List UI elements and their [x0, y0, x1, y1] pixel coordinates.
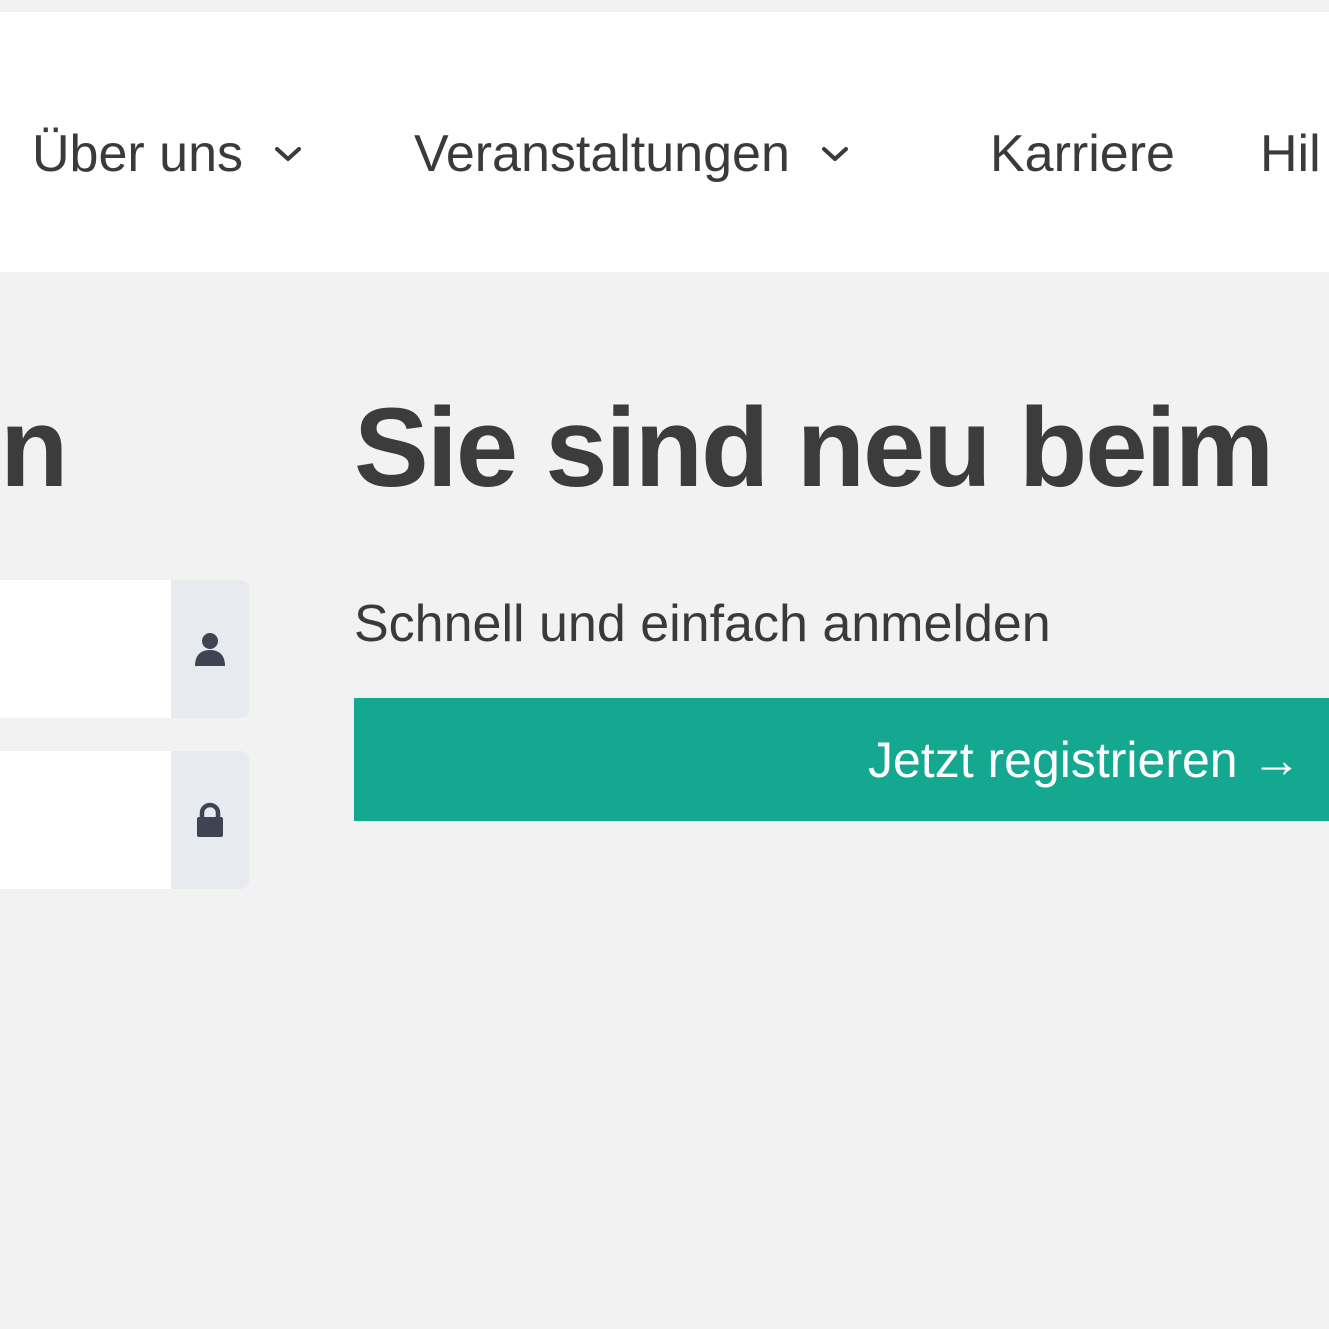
- nav-item-label: Über uns: [32, 125, 243, 183]
- nav-item-veranstaltungen[interactable]: Veranstaltungen: [414, 122, 850, 186]
- chevron-down-icon: [820, 144, 850, 164]
- register-heading: Sie sind neu beim: [354, 385, 1274, 510]
- user-icon: [171, 580, 249, 718]
- username-field-group: [0, 580, 249, 718]
- nav-item-label: Karriere: [990, 125, 1175, 183]
- register-subtext: Schnell und einfach anmelden: [354, 595, 1051, 653]
- username-input[interactable]: [0, 580, 171, 718]
- nav-item-label: Hil: [1260, 125, 1321, 183]
- chevron-down-icon: [273, 144, 303, 164]
- password-field-group: [0, 751, 249, 889]
- lock-icon: [171, 751, 249, 889]
- nav-item-label: Veranstaltungen: [414, 125, 790, 183]
- nav-item-hilfe[interactable]: Hil: [1260, 122, 1321, 186]
- register-button-label: Jetzt registrieren →: [868, 732, 1302, 788]
- top-navigation: Über uns Veranstaltungen Karriere Hil: [0, 12, 1329, 272]
- login-heading: n: [0, 385, 68, 510]
- nav-item-karriere[interactable]: Karriere: [990, 122, 1175, 186]
- register-button[interactable]: Jetzt registrieren →: [354, 698, 1329, 821]
- nav-item-ueber-uns[interactable]: Über uns: [32, 122, 303, 186]
- password-input[interactable]: [0, 751, 171, 889]
